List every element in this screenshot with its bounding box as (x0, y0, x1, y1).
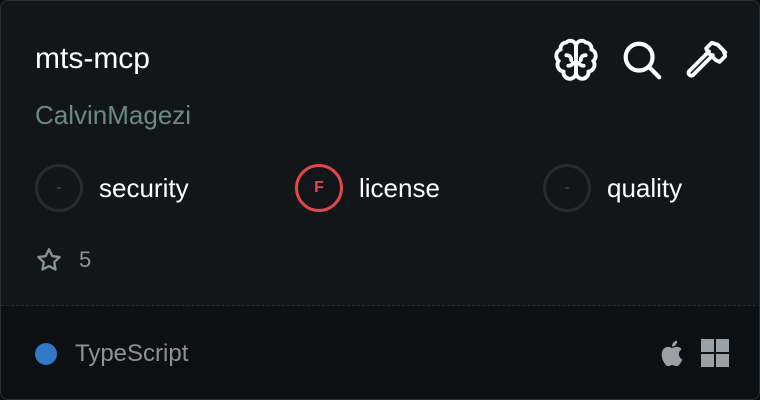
hammer-icon (686, 40, 728, 78)
brain-icon (554, 38, 598, 81)
apple-icon (661, 340, 683, 367)
quality-grade-badge: - (543, 164, 591, 212)
license-score: F license (295, 163, 440, 213)
quality-score: - quality (543, 163, 682, 213)
repo-name[interactable]: mts-mcp (35, 39, 150, 79)
security-grade-badge: - (35, 164, 83, 212)
search-icon (623, 41, 662, 80)
star-count: 5 (35, 245, 91, 275)
windows-icon (701, 339, 729, 367)
security-label: security (99, 172, 189, 203)
license-grade-badge: F (295, 164, 343, 212)
quality-label: quality (607, 172, 683, 203)
security-score: - security (35, 163, 189, 213)
star-icon (37, 248, 61, 271)
license-label: license (359, 172, 440, 203)
platform-icons (661, 338, 729, 368)
language-name: TypeScript (75, 340, 189, 367)
language-color-dot (35, 343, 57, 365)
star-count-value: 5 (79, 247, 92, 272)
repo-owner[interactable]: CalvinMagezi (35, 97, 191, 133)
server-card[interactable]: mts-mcp CalvinMagezi - security F licens… (0, 0, 760, 400)
capability-icons (553, 37, 731, 83)
card-footer: TypeScript (1, 305, 759, 399)
